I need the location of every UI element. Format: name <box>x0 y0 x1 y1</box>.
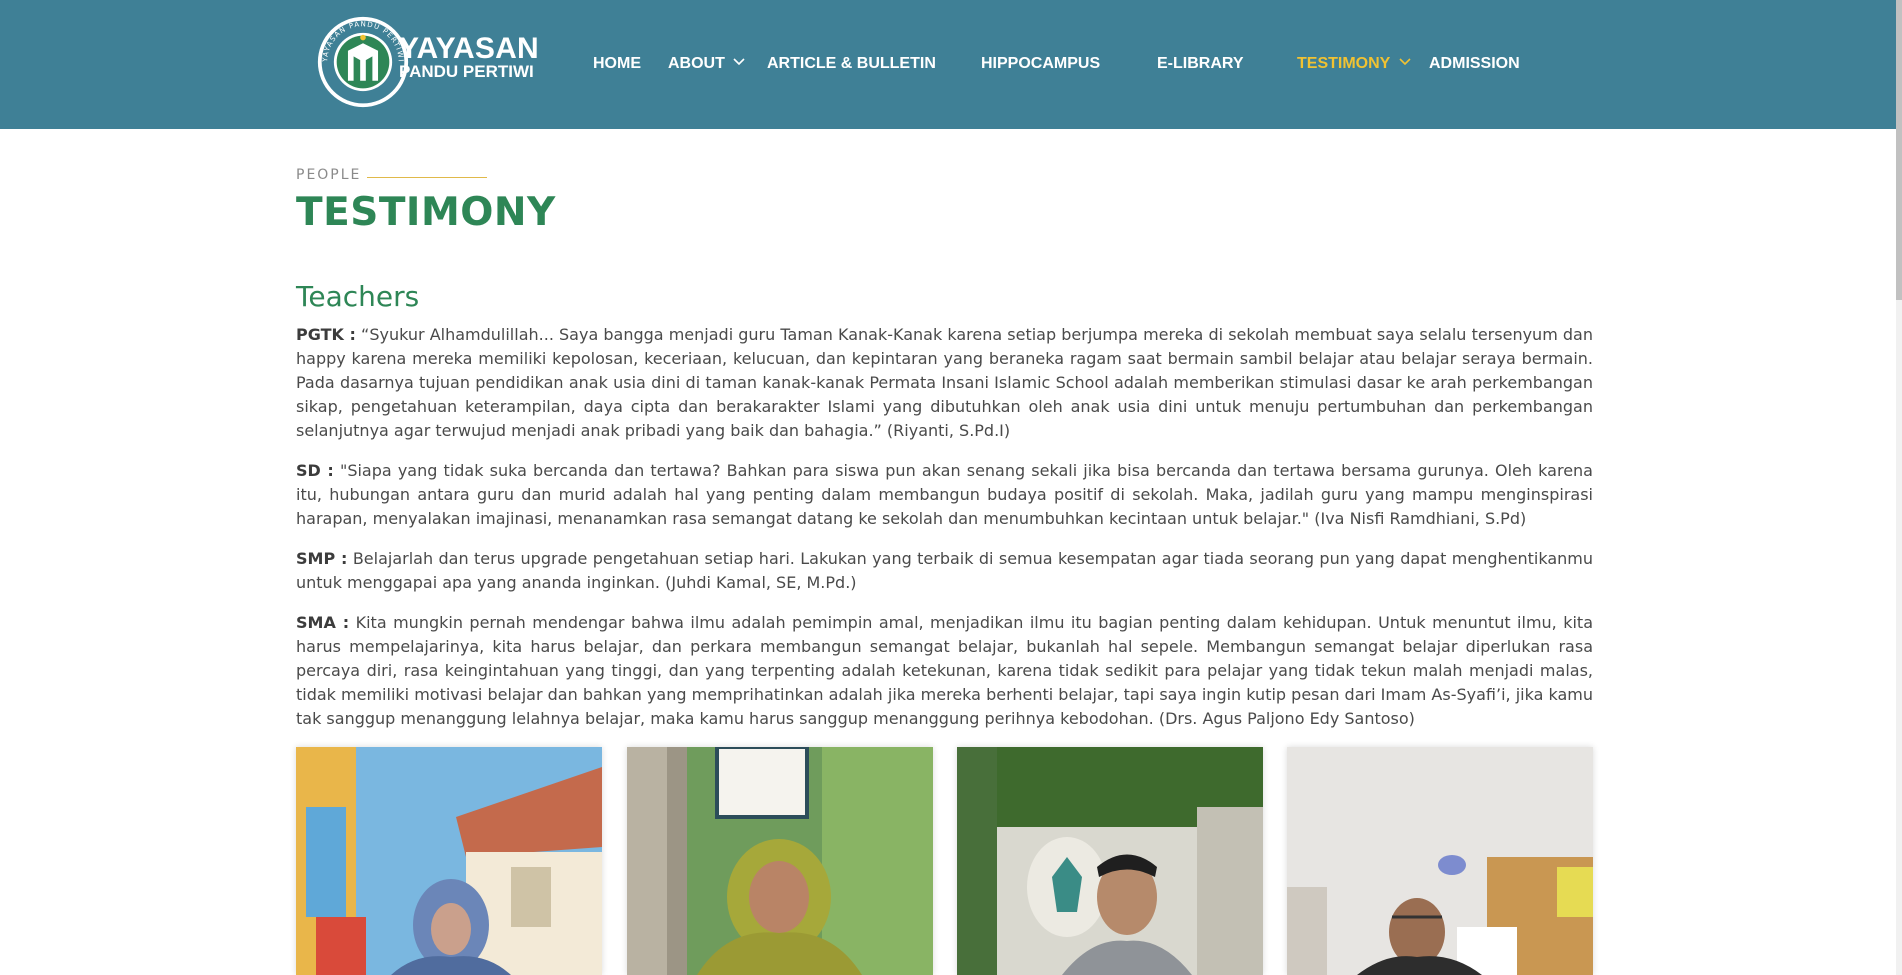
teacher-photo-sma <box>1287 747 1593 975</box>
testimonial-level: SMA : <box>296 613 350 632</box>
chevron-down-icon <box>1398 58 1411 66</box>
nav-home[interactable]: HOME <box>593 54 641 74</box>
nav-admission[interactable]: ADMISSION <box>1429 54 1520 74</box>
testimonial-text: Kita mungkin pernah mendengar bahwa ilmu… <box>296 613 1594 728</box>
testimonial-text: "Siapa yang tidak suka bercanda dan tert… <box>296 461 1593 528</box>
teacher-photo-pgtk <box>296 747 602 975</box>
eyebrow-divider <box>367 177 487 178</box>
testimonial-sma: SMA : Kita mungkin pernah mendengar bahw… <box>296 611 1593 731</box>
teacher-photo-smp <box>957 747 1263 975</box>
brand-subtitle[interactable]: PANDU PERTIWI <box>399 62 534 82</box>
site-header: YAYASAN PANDU PERTIWI YAYASAN PANDU PERT… <box>0 0 1896 129</box>
nav-testimony-label: TESTIMONY <box>1297 55 1391 72</box>
nav-testimony[interactable]: TESTIMONY <box>1297 54 1411 74</box>
page-title: TESTIMONY <box>296 190 556 235</box>
teacher-photo-sd <box>627 747 933 975</box>
testimonial-level: SD : <box>296 461 334 480</box>
nav-about-label: ABOUT <box>668 55 725 72</box>
nav-elibrary[interactable]: E-LIBRARY <box>1157 54 1244 74</box>
testimonial-text: “Syukur Alhamdulillah... Saya bangga men… <box>296 325 1594 440</box>
page-scrollbar[interactable] <box>1896 0 1902 975</box>
section-eyebrow: PEOPLE <box>296 167 362 183</box>
testimonial-level: SMP : <box>296 549 348 568</box>
chevron-down-icon <box>733 58 745 66</box>
section-title-teachers: Teachers <box>296 280 420 313</box>
testimonial-pgtk: PGTK : “Syukur Alhamdulillah... Saya ban… <box>296 323 1593 443</box>
nav-hippocampus[interactable]: HIPPOCAMPUS <box>981 54 1100 74</box>
testimonial-text: Belajarlah dan terus upgrade pengetahuan… <box>296 549 1593 592</box>
nav-about[interactable]: ABOUT <box>668 54 745 74</box>
nav-article-bulletin[interactable]: ARTICLE & BULLETIN <box>767 54 936 74</box>
scrollbar-thumb[interactable] <box>1896 0 1902 300</box>
testimonial-sd: SD : "Siapa yang tidak suka bercanda dan… <box>296 459 1593 531</box>
testimonial-smp: SMP : Belajarlah dan terus upgrade penge… <box>296 547 1593 595</box>
testimonial-level: PGTK : <box>296 325 356 344</box>
yayasan-logo[interactable]: YAYASAN PANDU PERTIWI <box>316 15 410 109</box>
brand-name[interactable]: YAYASAN <box>399 32 539 66</box>
